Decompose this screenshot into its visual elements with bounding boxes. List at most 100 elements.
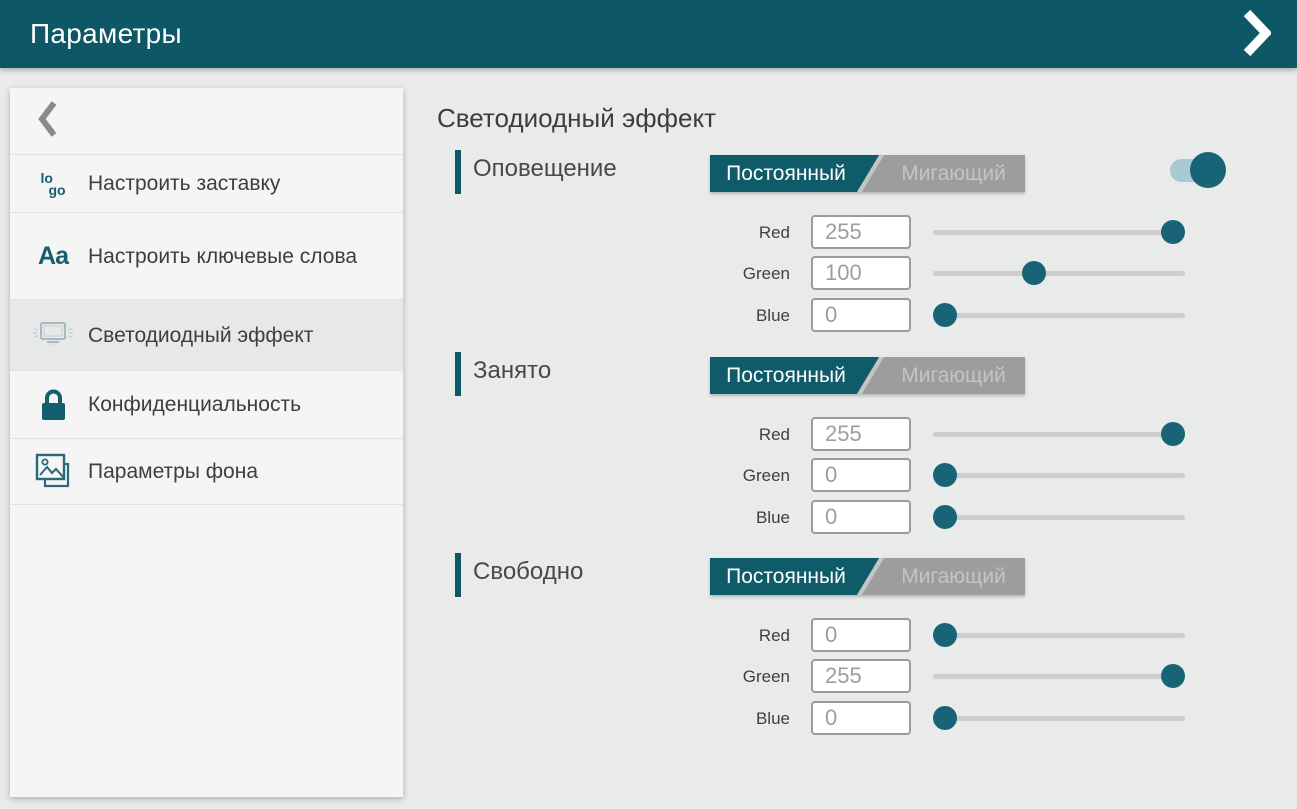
slider-thumb[interactable] xyxy=(1161,422,1185,446)
sidebar-item-led-effect[interactable]: Светодиодный эффект xyxy=(10,300,403,371)
channel-row-green: Green xyxy=(437,458,1297,492)
channel-row-red: Red xyxy=(437,215,1297,249)
accent-bar xyxy=(455,352,461,396)
channel-value-input[interactable] xyxy=(811,618,911,652)
sidebar-item-splash[interactable]: logo Настроить заставку xyxy=(10,155,403,213)
channel-slider[interactable] xyxy=(933,256,1185,290)
settings-screen: Параметры logo Настроить заставку Aa Нас… xyxy=(0,0,1297,809)
led-section-alert: Оповещение Постоянный Мигающий Red xyxy=(437,150,1297,350)
mode-solid-button[interactable]: Постоянный xyxy=(710,155,882,192)
channel-value-input[interactable] xyxy=(811,417,911,451)
slider-track[interactable] xyxy=(933,473,1185,478)
slider-thumb[interactable] xyxy=(1022,261,1046,285)
sidebar-back-button[interactable] xyxy=(10,88,403,155)
chevron-right-icon xyxy=(1241,9,1271,60)
slider-track[interactable] xyxy=(933,271,1185,276)
channel-slider[interactable] xyxy=(933,500,1185,534)
channel-value-input[interactable] xyxy=(811,458,911,492)
channel-label: Green xyxy=(437,667,790,687)
channel-value-input[interactable] xyxy=(811,659,911,693)
sidebar-item-keywords[interactable]: Aa Настроить ключевые слова xyxy=(10,213,403,300)
app-header: Параметры xyxy=(0,0,1297,68)
channel-value-input[interactable] xyxy=(811,298,911,332)
channel-value-input[interactable] xyxy=(811,215,911,249)
section-header: Оповещение Постоянный Мигающий xyxy=(437,150,1297,194)
slider-thumb[interactable] xyxy=(933,463,957,487)
slider-track[interactable] xyxy=(933,633,1185,638)
channel-slider[interactable] xyxy=(933,659,1185,693)
channel-label: Green xyxy=(437,466,790,486)
section-header: Свободно Постоянный Мигающий xyxy=(437,553,1297,597)
slider-track[interactable] xyxy=(933,674,1185,679)
sidebar-item-label: Светодиодный эффект xyxy=(88,322,313,349)
channel-slider[interactable] xyxy=(933,298,1185,332)
mode-blinking-button[interactable]: Мигающий xyxy=(882,155,1025,192)
mode-solid-button[interactable]: Постоянный xyxy=(710,558,882,595)
led-section-busy: Занято Постоянный Мигающий Red xyxy=(437,352,1297,552)
accent-bar xyxy=(455,150,461,194)
sidebar-item-label: Настроить заставку xyxy=(88,170,280,197)
collapse-panel-button[interactable] xyxy=(1237,5,1275,64)
channel-slider[interactable] xyxy=(933,618,1185,652)
channel-row-green: Green xyxy=(437,659,1297,693)
mode-blinking-button[interactable]: Мигающий xyxy=(882,558,1025,595)
channel-label: Red xyxy=(437,626,790,646)
slider-thumb[interactable] xyxy=(1161,664,1185,688)
slider-thumb[interactable] xyxy=(933,303,957,327)
led-section-free: Свободно Постоянный Мигающий Red xyxy=(437,553,1297,753)
sidebar-item-label: Конфиденциальность xyxy=(88,391,301,418)
slider-track[interactable] xyxy=(933,313,1185,318)
channel-label: Blue xyxy=(437,508,790,528)
font-icon: Aa xyxy=(10,242,88,271)
lock-icon xyxy=(10,387,88,423)
section-label: Свободно xyxy=(473,558,583,586)
slider-track[interactable] xyxy=(933,515,1185,520)
sidebar-item-label: Параметры фона xyxy=(88,458,258,485)
alert-enabled-toggle[interactable] xyxy=(1170,152,1226,188)
main-panel: Светодиодный эффект Оповещение Постоянны… xyxy=(437,88,1297,809)
channel-row-blue: Blue xyxy=(437,701,1297,735)
channel-label: Red xyxy=(437,223,790,243)
channel-row-red: Red xyxy=(437,417,1297,451)
background-image-icon xyxy=(10,451,88,493)
accent-bar xyxy=(455,553,461,597)
mode-blinking-button[interactable]: Мигающий xyxy=(882,357,1025,394)
channel-slider[interactable] xyxy=(933,215,1185,249)
slider-thumb[interactable] xyxy=(1161,220,1185,244)
mode-segmented-control: Постоянный Мигающий xyxy=(710,558,1025,595)
page-title: Параметры xyxy=(30,18,182,50)
slider-thumb[interactable] xyxy=(933,706,957,730)
channel-row-blue: Blue xyxy=(437,500,1297,534)
logo-icon: logo xyxy=(10,172,88,196)
channel-slider[interactable] xyxy=(933,701,1185,735)
display-icon xyxy=(10,317,88,353)
channel-slider[interactable] xyxy=(933,417,1185,451)
chevron-left-icon xyxy=(37,100,59,143)
mode-solid-button[interactable]: Постоянный xyxy=(710,357,882,394)
slider-track[interactable] xyxy=(933,230,1185,235)
channel-label: Red xyxy=(437,425,790,445)
mode-segmented-control: Постоянный Мигающий xyxy=(710,357,1025,394)
section-label: Занято xyxy=(473,357,551,385)
channel-slider[interactable] xyxy=(933,458,1185,492)
slider-thumb[interactable] xyxy=(933,623,957,647)
section-title: Светодиодный эффект xyxy=(437,103,1297,134)
mode-segmented-control: Постоянный Мигающий xyxy=(710,155,1025,192)
channel-row-red: Red xyxy=(437,618,1297,652)
channel-row-green: Green xyxy=(437,256,1297,290)
channel-row-blue: Blue xyxy=(437,298,1297,332)
slider-thumb[interactable] xyxy=(933,505,957,529)
sidebar: logo Настроить заставку Aa Настроить клю… xyxy=(10,88,403,797)
slider-track[interactable] xyxy=(933,432,1185,437)
toggle-thumb xyxy=(1190,152,1226,188)
channel-value-input[interactable] xyxy=(811,701,911,735)
sidebar-item-label: Настроить ключевые слова xyxy=(88,243,357,270)
section-label: Оповещение xyxy=(473,155,617,183)
sidebar-item-privacy[interactable]: Конфиденциальность xyxy=(10,371,403,439)
sidebar-item-background[interactable]: Параметры фона xyxy=(10,439,403,505)
channel-value-input[interactable] xyxy=(811,256,911,290)
slider-track[interactable] xyxy=(933,716,1185,721)
channel-value-input[interactable] xyxy=(811,500,911,534)
channel-label: Blue xyxy=(437,709,790,729)
section-header: Занято Постоянный Мигающий xyxy=(437,352,1297,396)
